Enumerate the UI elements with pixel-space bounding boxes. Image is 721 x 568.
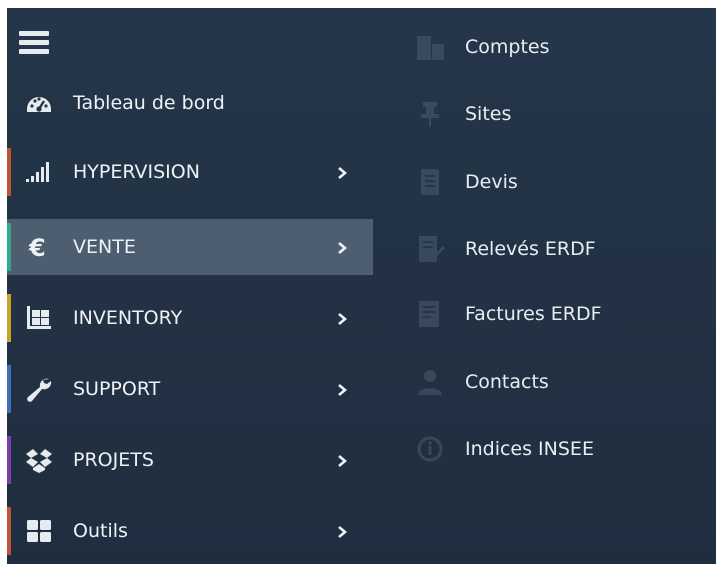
menu-item-tableau-de-bord[interactable]: Tableau de bord bbox=[7, 75, 373, 131]
menu-item-hypervision[interactable]: HYPERVISION bbox=[7, 144, 373, 200]
readings-icon bbox=[419, 236, 445, 262]
user-icon bbox=[418, 370, 442, 395]
menu-item-label: Tableau de bord bbox=[73, 92, 225, 114]
menu-item-projets[interactable]: PROJETS bbox=[7, 432, 373, 488]
euro-icon: € bbox=[28, 234, 46, 261]
signal-bars-icon bbox=[26, 162, 49, 182]
menu-item-label: PROJETS bbox=[73, 449, 154, 471]
menu-item-vente[interactable]: € VENTE bbox=[7, 219, 373, 275]
wrench-icon bbox=[27, 378, 52, 402]
chevron-right-icon bbox=[338, 384, 347, 396]
menu-accent-bar bbox=[7, 148, 11, 196]
submenu-item-releves-erdf[interactable]: Relevés ERDF bbox=[413, 229, 703, 269]
chevron-right-icon bbox=[338, 455, 347, 467]
menu-item-label: HYPERVISION bbox=[73, 161, 200, 183]
submenu-item-comptes[interactable]: Comptes bbox=[413, 27, 703, 67]
submenu-item-label: Devis bbox=[465, 171, 518, 193]
chevron-right-icon bbox=[338, 167, 347, 179]
pin-icon bbox=[421, 102, 439, 127]
submenu-item-label: Comptes bbox=[465, 36, 550, 58]
submenu-item-label: Sites bbox=[465, 103, 512, 125]
menu-accent-bar bbox=[7, 294, 11, 342]
buildings-icon bbox=[417, 36, 444, 60]
submenu-item-label: Relevés ERDF bbox=[465, 238, 596, 260]
menu-item-inventory[interactable]: INVENTORY bbox=[7, 290, 373, 346]
document-icon bbox=[421, 169, 439, 195]
svg-text:€: € bbox=[28, 234, 46, 261]
menu-item-label: VENTE bbox=[73, 236, 136, 258]
pallet-boxes-icon bbox=[27, 306, 51, 329]
submenu-item-devis[interactable]: Devis bbox=[413, 162, 703, 202]
submenu-item-indices-insee[interactable]: Indices INSEE bbox=[413, 429, 703, 469]
circle-info-icon bbox=[417, 436, 443, 462]
menu-accent-bar bbox=[7, 365, 11, 413]
grid-icon bbox=[27, 520, 51, 542]
tachometer-icon bbox=[27, 97, 51, 112]
invoice-icon bbox=[419, 301, 439, 327]
chevron-right-icon bbox=[338, 313, 347, 325]
submenu-item-label: Factures ERDF bbox=[465, 303, 602, 325]
chevron-right-icon bbox=[338, 526, 347, 538]
menu-accent-bar bbox=[7, 507, 11, 555]
menu-item-support[interactable]: SUPPORT bbox=[7, 361, 373, 417]
menu-item-label: SUPPORT bbox=[73, 378, 161, 400]
submenu-item-label: Indices INSEE bbox=[465, 438, 594, 460]
submenu-item-contacts[interactable]: Contacts bbox=[413, 362, 703, 402]
dropbox-icon bbox=[26, 449, 52, 473]
menu-item-outils[interactable]: Outils bbox=[7, 503, 373, 559]
navigation-panel: Tableau de bord HYPERVISION € VENTE INVE… bbox=[7, 8, 716, 564]
hamburger-menu-icon[interactable] bbox=[19, 31, 49, 55]
submenu-item-sites[interactable]: Sites bbox=[413, 94, 703, 134]
menu-accent-bar bbox=[7, 223, 11, 271]
menu-item-label: Outils bbox=[73, 520, 128, 542]
menu-item-label: INVENTORY bbox=[73, 307, 183, 329]
menu-accent-bar bbox=[7, 436, 11, 484]
submenu-item-label: Contacts bbox=[465, 371, 549, 393]
submenu-item-factures-erdf[interactable]: Factures ERDF bbox=[413, 294, 703, 334]
chevron-right-icon bbox=[338, 242, 347, 254]
